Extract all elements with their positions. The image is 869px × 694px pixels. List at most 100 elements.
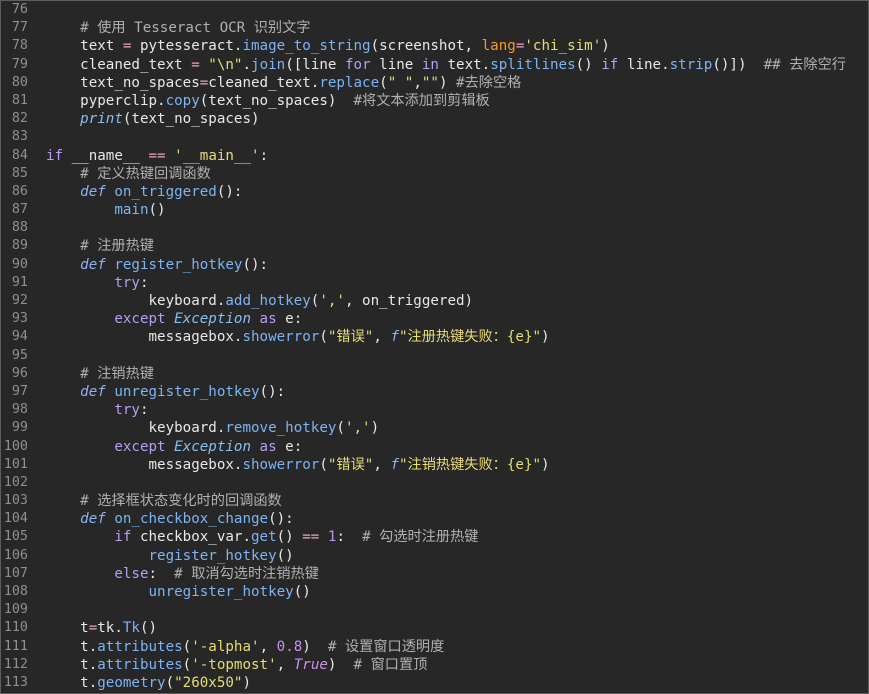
code-line[interactable]: 92 keyboard.add_hotkey(',', on_triggered… [1, 292, 868, 310]
code-text: (): [242, 256, 269, 273]
code-line[interactable]: 95 [1, 347, 868, 365]
code-function: image_to_string [242, 38, 371, 55]
code-line[interactable]: 76 [1, 1, 868, 19]
code-editor[interactable]: 76 77 # 使用 Tesseract OCR 识别文字 78 text = py… [0, 0, 869, 694]
code-line[interactable]: 97 def unregister_hotkey(): [1, 383, 868, 401]
code-text[interactable]: t.geometry("260x50") [46, 674, 868, 692]
code-text[interactable] [46, 1, 868, 19]
code-text[interactable]: else: # 取消勾选时注销热键 [46, 565, 868, 583]
code-text: t. [46, 638, 98, 655]
code-keyword: try [46, 402, 140, 419]
code-line[interactable]: 86 def on_triggered(): [1, 183, 868, 201]
code-line[interactable]: 77 # 使用 Tesseract OCR 识别文字 [1, 19, 868, 37]
code-text[interactable]: def unregister_hotkey(): [46, 383, 868, 401]
code-line[interactable]: 93 except Exception as e: [1, 310, 868, 328]
code-line[interactable]: 89 # 注册热键 [1, 237, 868, 255]
code-function: unregister_hotkey [105, 383, 260, 400]
code-storage: f [390, 456, 399, 473]
code-text[interactable]: t.attributes('-alpha', 0.8) # 设置窗口透明度 [46, 638, 868, 656]
code-text[interactable]: # 使用 Tesseract OCR 识别文字 [46, 19, 868, 37]
code-line[interactable]: 82 print(text_no_spaces) [1, 110, 868, 128]
line-number: 100 [3, 438, 28, 454]
code-line[interactable]: 99 keyboard.remove_hotkey(',') [1, 419, 868, 437]
code-text[interactable]: keyboard.remove_hotkey(',') [46, 419, 868, 437]
code-line[interactable]: 100 except Exception as e: [1, 438, 868, 456]
code-line[interactable]: 96 # 注销热键 [1, 365, 868, 383]
code-line[interactable]: 85 # 定义热键回调函数 [1, 165, 868, 183]
code-string: "注销热键失败：{e}" [399, 456, 542, 473]
code-line[interactable]: 84 if __name__ == '__main__': [1, 147, 868, 165]
code-comment: #去除空格 [456, 74, 522, 91]
code-text: , [413, 74, 422, 91]
code-line[interactable]: 113 t.geometry("260x50") [1, 674, 868, 692]
code-line[interactable]: 78 text = pytesseract.image_to_string(sc… [1, 37, 868, 55]
code-line[interactable]: 98 try: [1, 401, 868, 419]
code-text[interactable]: try: [46, 274, 868, 292]
code-text[interactable]: text_no_spaces=cleaned_text.replace(" ",… [46, 74, 868, 92]
code-function: join [251, 56, 286, 73]
code-text[interactable] [46, 474, 868, 492]
code-line[interactable]: 108 unregister_hotkey() [1, 583, 868, 601]
code-text[interactable]: # 定义热键回调函数 [46, 165, 868, 183]
code-line[interactable]: 94 messagebox.showerror("错误", f"注册热键失败：{… [1, 328, 868, 346]
code-text[interactable]: # 选择框状态变化时的回调函数 [46, 492, 868, 510]
code-string: 'chi_sim' [524, 38, 602, 55]
code-line[interactable]: 105 if checkbox_var.get() == 1: # 勾选时注册热… [1, 528, 868, 546]
code-text[interactable]: try: [46, 401, 868, 419]
code-keyword: as [251, 311, 277, 328]
code-line[interactable]: 104 def on_checkbox_change(): [1, 510, 868, 528]
code-line[interactable]: 110 t=tk.Tk() [1, 619, 868, 637]
code-text[interactable]: print(text_no_spaces) [46, 110, 868, 128]
code-line[interactable]: 90 def register_hotkey(): [1, 256, 868, 274]
code-line[interactable]: 83 [1, 128, 868, 146]
code-line[interactable]: 102 [1, 474, 868, 492]
code-text[interactable]: t=tk.Tk() [46, 619, 868, 637]
code-text[interactable]: main() [46, 201, 868, 219]
code-line[interactable]: 111 t.attributes('-alpha', 0.8) # 设置窗口透明… [1, 638, 868, 656]
code-text[interactable]: def on_triggered(): [46, 183, 868, 201]
code-text[interactable]: text = pytesseract.image_to_string(scree… [46, 37, 868, 55]
code-line[interactable]: 109 [1, 601, 868, 619]
code-text[interactable]: pyperclip.copy(text_no_spaces) #将文本添加到剪辑… [46, 92, 868, 110]
code-line[interactable]: 106 register_hotkey() [1, 547, 868, 565]
code-text[interactable]: # 注册热键 [46, 237, 868, 255]
code-text[interactable]: cleaned_text = "\n".join([line for line … [46, 56, 868, 74]
code-text[interactable]: register_hotkey() [46, 547, 868, 565]
code-line[interactable]: 107 else: # 取消勾选时注销热键 [1, 565, 868, 583]
code-text[interactable]: messagebox.showerror("错误", f"注册热键失败：{e}"… [46, 328, 868, 346]
code-text[interactable]: keyboard.add_hotkey(',', on_triggered) [46, 292, 868, 310]
code-text[interactable]: def on_checkbox_change(): [46, 510, 868, 528]
code-text: text [46, 38, 123, 55]
code-storage: def [46, 511, 106, 528]
code-text[interactable]: unregister_hotkey() [46, 583, 868, 601]
code-line[interactable]: 101 messagebox.showerror("错误", f"注销热键失败：… [1, 456, 868, 474]
code-line[interactable]: 87 main() [1, 201, 868, 219]
code-text[interactable] [46, 601, 868, 619]
code-storage: def [46, 183, 106, 200]
code-text[interactable]: # 注销热键 [46, 365, 868, 383]
code-line[interactable]: 91 try: [1, 274, 868, 292]
code-text[interactable]: except Exception as e: [46, 310, 868, 328]
code-line[interactable]: 103 # 选择框状态变化时的回调函数 [1, 492, 868, 510]
code-comment: # 注销热键 [46, 365, 154, 382]
code-text[interactable] [46, 128, 868, 146]
code-storage: def [46, 256, 106, 273]
code-text[interactable]: if checkbox_var.get() == 1: # 勾选时注册热键 [46, 528, 868, 546]
code-line[interactable]: 112 t.attributes('-topmost', True) # 窗口置… [1, 656, 868, 674]
code-text[interactable]: def register_hotkey(): [46, 256, 868, 274]
code-text: ( [182, 656, 192, 673]
code-text: messagebox. [46, 329, 243, 346]
code-text[interactable]: messagebox.showerror("错误", f"注销热键失败：{e}"… [46, 456, 868, 474]
code-text[interactable]: except Exception as e: [46, 438, 868, 456]
code-line[interactable]: 79 cleaned_text = "\n".join([line for li… [1, 56, 868, 74]
code-text[interactable] [46, 219, 868, 237]
code-line[interactable]: 80 text_no_spaces=cleaned_text.replace("… [1, 74, 868, 92]
code-text[interactable]: t.attributes('-topmost', True) # 窗口置顶 [46, 656, 868, 674]
code-text[interactable]: if __name__ == '__main__': [46, 147, 868, 165]
code-text: ) [302, 638, 328, 655]
line-number: 90 [11, 256, 28, 272]
code-function: get [251, 529, 277, 546]
code-text[interactable] [46, 347, 868, 365]
code-line[interactable]: 81 pyperclip.copy(text_no_spaces) #将文本添加… [1, 92, 868, 110]
code-line[interactable]: 88 [1, 219, 868, 237]
